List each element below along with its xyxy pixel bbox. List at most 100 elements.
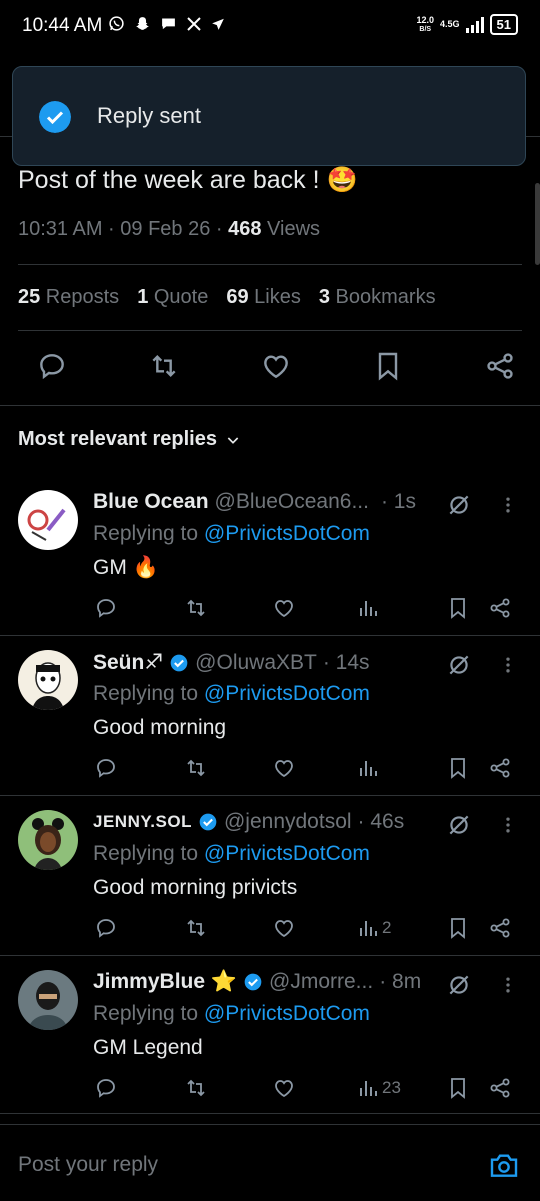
views-icon[interactable] <box>356 916 380 940</box>
more-options-icon[interactable] <box>498 492 518 518</box>
reply-author-handle[interactable]: @BlueOcean6... <box>215 490 369 514</box>
reply-views-count: 23 <box>382 1078 401 1097</box>
more-options-icon[interactable] <box>498 652 518 678</box>
avatar[interactable] <box>18 650 78 710</box>
reply-item[interactable]: JENNY.SOL @jennydotsol · 46s Replying to… <box>0 798 540 958</box>
replying-to-link[interactable]: @PrivictsDotCom <box>204 522 370 545</box>
status-right: 12.0 B/S 4.5G 51 <box>416 14 518 35</box>
reply-text: Good morning <box>93 716 227 739</box>
replying-to: Replying to @PrivictsDotCom <box>93 842 370 866</box>
reply-text: Good morning privicts <box>93 876 298 899</box>
bookmark-icon[interactable] <box>446 756 470 780</box>
share-icon[interactable] <box>488 756 512 780</box>
like-icon[interactable] <box>260 350 292 382</box>
avatar[interactable] <box>18 970 78 1030</box>
more-options-icon[interactable] <box>498 812 518 838</box>
reply-input[interactable]: Post your reply <box>18 1153 158 1177</box>
reply-author-name[interactable]: Blue Ocean <box>93 490 209 514</box>
reply-composer: Post your reply <box>0 1124 540 1201</box>
toast-message: Reply sent <box>97 103 201 128</box>
divider <box>18 330 522 331</box>
replies-sort-label: Most relevant replies <box>18 428 217 450</box>
reposts-stat[interactable]: 25 Reposts <box>18 286 119 309</box>
quotes-count: 1 <box>137 286 149 308</box>
views-icon[interactable] <box>356 756 380 780</box>
status-time: 10:44 AM <box>22 15 103 36</box>
net-speed-unit: B/S <box>419 25 432 33</box>
reply-author-handle[interactable]: @Jmorre... <box>269 970 373 994</box>
quotes-stat[interactable]: 1 Quote <box>137 286 208 309</box>
reply-author-name[interactable]: JENNY.SOL <box>93 812 192 832</box>
post-meta: 10:31 AM · 09 Feb 26 · 468 Views <box>18 218 320 241</box>
reply-icon[interactable] <box>94 1076 118 1100</box>
grok-icon[interactable] <box>446 812 472 838</box>
replying-prefix: Replying to <box>93 1002 204 1025</box>
divider <box>0 955 540 956</box>
share-icon[interactable] <box>488 596 512 620</box>
reply-author-handle[interactable]: @OluwaXBT <box>195 651 317 675</box>
repost-icon[interactable] <box>148 350 180 382</box>
quotes-label: Quote <box>148 286 209 308</box>
post-time: 10:31 AM · 09 Feb 26 · <box>18 218 229 240</box>
share-icon[interactable] <box>484 350 516 382</box>
reply-author-name[interactable]: Seün♐ <box>93 650 163 675</box>
avatar[interactable] <box>18 810 78 870</box>
reply-author-name[interactable]: JimmyBlue ⭐ <box>93 970 237 994</box>
grok-icon[interactable] <box>446 652 472 678</box>
bookmark-icon[interactable] <box>446 916 470 940</box>
replying-to-link[interactable]: @PrivictsDotCom <box>204 1002 370 1025</box>
reply-author-handle[interactable]: @jennydotsol <box>224 810 352 834</box>
reply-time: · 14s <box>322 650 370 674</box>
replying-to-link[interactable]: @PrivictsDotCom <box>204 842 370 865</box>
grok-icon[interactable] <box>446 492 472 518</box>
replying-to: Replying to @PrivictsDotCom <box>93 682 370 706</box>
verified-badge-icon <box>170 654 188 671</box>
status-bar: 10:44 AM 12.0 B/S 4.5G 51 <box>0 0 540 56</box>
repost-icon[interactable] <box>184 1076 208 1100</box>
divider <box>0 795 540 796</box>
reply-text: GM 🔥 <box>93 556 159 579</box>
likes-stat[interactable]: 69 Likes <box>226 286 301 309</box>
replying-to: Replying to @PrivictsDotCom <box>93 522 370 546</box>
reply-item[interactable]: Seün♐ @OluwaXBT · 14s Replying to @Privi… <box>0 638 540 798</box>
x-icon <box>187 16 201 31</box>
reposts-count: 25 <box>18 286 41 308</box>
repost-icon[interactable] <box>184 596 208 620</box>
send-icon <box>212 18 224 30</box>
divider <box>0 635 540 636</box>
reply-icon[interactable] <box>36 350 68 382</box>
like-icon[interactable] <box>272 1076 296 1100</box>
bookmark-icon[interactable] <box>446 596 470 620</box>
like-icon[interactable] <box>272 756 296 780</box>
reply-icon[interactable] <box>94 916 118 940</box>
net-speed: 12.0 B/S <box>416 14 435 34</box>
camera-icon[interactable] <box>488 1149 520 1181</box>
reply-header: JENNY.SOL @jennydotsol · 46s <box>93 810 404 834</box>
share-icon[interactable] <box>488 1076 512 1100</box>
avatar[interactable] <box>18 490 78 550</box>
views-icon[interactable] <box>356 1076 380 1100</box>
replies-sort-dropdown[interactable]: Most relevant replies <box>18 428 241 451</box>
share-icon[interactable] <box>488 916 512 940</box>
reply-item[interactable]: Blue Ocean @BlueOcean6... · 1s Replying … <box>0 478 540 638</box>
chevron-down-icon <box>227 436 239 444</box>
bookmark-icon[interactable] <box>446 1076 470 1100</box>
post-views-label: Views <box>261 218 321 240</box>
repost-icon[interactable] <box>184 916 208 940</box>
bookmark-icon[interactable] <box>372 350 404 382</box>
reply-icon[interactable] <box>94 756 118 780</box>
reply-icon[interactable] <box>94 596 118 620</box>
grok-icon[interactable] <box>446 972 472 998</box>
more-options-icon[interactable] <box>498 972 518 998</box>
net-speed-value: 12.0 <box>416 14 435 25</box>
reply-item[interactable]: JimmyBlue ⭐ @Jmorre... · 8m Replying to … <box>0 958 540 1118</box>
bookmarks-stat[interactable]: 3 Bookmarks <box>319 286 436 309</box>
like-icon[interactable] <box>272 596 296 620</box>
views-icon[interactable] <box>356 596 380 620</box>
scrollbar[interactable] <box>535 183 540 265</box>
repost-icon[interactable] <box>184 756 208 780</box>
replying-to-link[interactable]: @PrivictsDotCom <box>204 682 370 705</box>
reply-header: Blue Ocean @BlueOcean6... · 1s <box>93 490 416 514</box>
divider <box>0 1113 540 1114</box>
like-icon[interactable] <box>272 916 296 940</box>
